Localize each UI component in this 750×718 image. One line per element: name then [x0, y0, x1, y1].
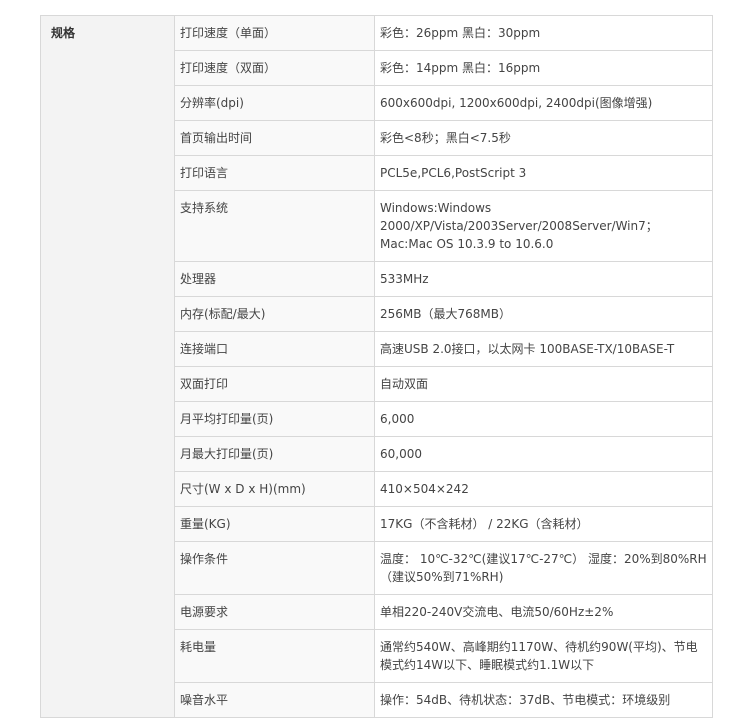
spec-value: 533MHz [374, 261, 713, 297]
spec-key: 尺寸(W x D x H)(mm) [174, 471, 375, 507]
spec-key: 噪音水平 [174, 682, 375, 718]
spec-value: 6,000 [374, 401, 713, 437]
spec-value: 彩色<8秒；黑白<7.5秒 [374, 120, 713, 156]
spec-key: 操作条件 [174, 541, 375, 595]
spec-key: 月平均打印量(页) [174, 401, 375, 437]
spec-key: 双面打印 [174, 366, 375, 402]
category-cell: 规格 [40, 15, 175, 718]
spec-key: 连接端口 [174, 331, 375, 367]
spec-key: 打印速度（双面） [174, 50, 375, 86]
spec-value: Windows:Windows 2000/XP/Vista/2003Server… [374, 190, 713, 262]
spec-table: 规格 打印速度（单面） 彩色：26ppm 黑白：30ppm 打印速度（双面） 彩… [40, 15, 713, 718]
spec-value: 17KG（不含耗材） / 22KG（含耗材） [374, 506, 713, 542]
spec-key: 耗电量 [174, 629, 375, 683]
spec-value: 600x600dpi, 1200x600dpi, 2400dpi(图像增强) [374, 85, 713, 121]
spec-key: 分辨率(dpi) [174, 85, 375, 121]
spec-value: 通常约540W、高峰期约1170W、待机约90W(平均)、节电模式约14W以下、… [374, 629, 713, 683]
spec-key: 支持系统 [174, 190, 375, 262]
spec-key: 打印语言 [174, 155, 375, 191]
spec-value: 410×504×242 [374, 471, 713, 507]
spec-key: 打印速度（单面） [174, 15, 375, 51]
spec-value: 60,000 [374, 436, 713, 472]
spec-key: 处理器 [174, 261, 375, 297]
spec-value: 温度： 10℃-32℃(建议17℃-27℃） 湿度：20%到80%RH（建议50… [374, 541, 713, 595]
spec-value: PCL5e,PCL6,PostScript 3 [374, 155, 713, 191]
spec-key: 电源要求 [174, 594, 375, 630]
spec-value: 操作：54dB、待机状态：37dB、节电模式：环境级别 [374, 682, 713, 718]
spec-key: 首页输出时间 [174, 120, 375, 156]
table-row: 规格 打印速度（单面） 彩色：26ppm 黑白：30ppm [40, 15, 713, 718]
spec-key: 重量(KG) [174, 506, 375, 542]
spec-value: 彩色：26ppm 黑白：30ppm [374, 15, 713, 51]
spec-key: 内存(标配/最大) [174, 296, 375, 332]
spec-value: 彩色：14ppm 黑白：16ppm [374, 50, 713, 86]
spec-key: 月最大打印量(页) [174, 436, 375, 472]
spec-value: 单相220-240V交流电、电流50/60Hz±2% [374, 594, 713, 630]
spec-value: 自动双面 [374, 366, 713, 402]
spec-value: 高速USB 2.0接口，以太网卡 100BASE-TX/10BASE-T [374, 331, 713, 367]
spec-value: 256MB（最大768MB） [374, 296, 713, 332]
